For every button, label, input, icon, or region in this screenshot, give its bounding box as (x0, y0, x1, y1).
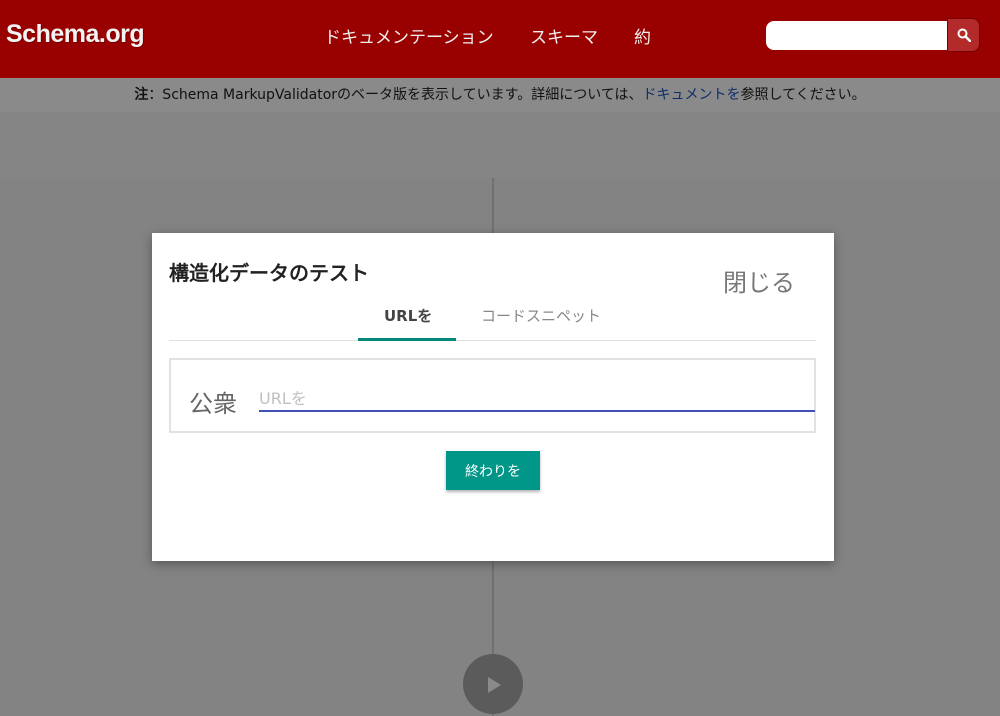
active-tab-indicator (358, 338, 456, 341)
dialog-title: 構造化データのテスト (169, 261, 369, 285)
input-tabs: URLを コードスニペット (169, 295, 816, 341)
nav-documentation[interactable]: ドキュメンテーション (324, 23, 494, 48)
url-panel: 公衆 (169, 358, 816, 433)
submit-button[interactable]: 終わりを (446, 451, 540, 490)
search-button[interactable] (947, 18, 980, 52)
site-logo[interactable]: Schema.org (6, 20, 145, 49)
tab-url[interactable]: URLを (384, 305, 432, 326)
search-icon (957, 28, 971, 42)
url-input[interactable] (259, 386, 815, 412)
close-button[interactable]: 閉じる (723, 263, 795, 298)
tab-code-snippet[interactable]: コードスニペット (481, 305, 601, 326)
structured-data-test-dialog: 構造化データのテスト 閉じる URLを コードスニペット 公衆 終わりを (152, 233, 834, 561)
site-header: Schema.org ドキュメンテーション スキーマ 約 (0, 0, 1000, 78)
nav-about[interactable]: 約 (634, 23, 651, 48)
nav-schemas[interactable]: スキーマ (530, 23, 598, 48)
url-prefix-label: 公衆 (189, 390, 237, 418)
search-input[interactable] (766, 21, 948, 50)
